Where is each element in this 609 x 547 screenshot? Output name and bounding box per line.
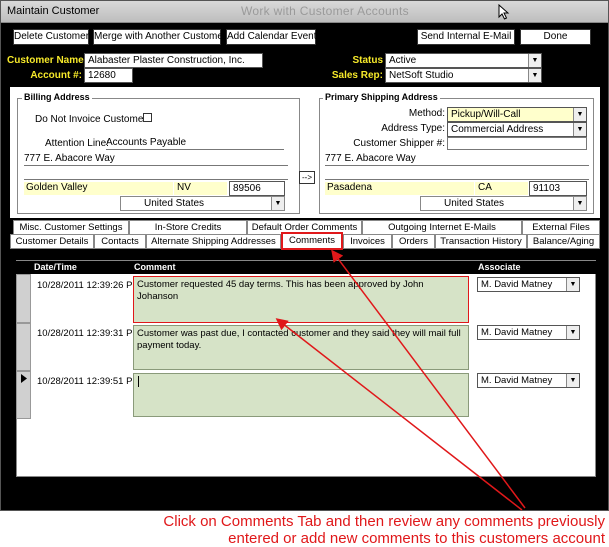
- annotation-arrows: [275, 249, 526, 511]
- arrow-to-comments-tab: [331, 249, 526, 509]
- annotation-line-1: Click on Comments Tab and then review an…: [163, 513, 605, 530]
- arrow-to-comment-row: [275, 318, 523, 511]
- annotation-line-2: entered or add new comments to this cust…: [228, 530, 605, 547]
